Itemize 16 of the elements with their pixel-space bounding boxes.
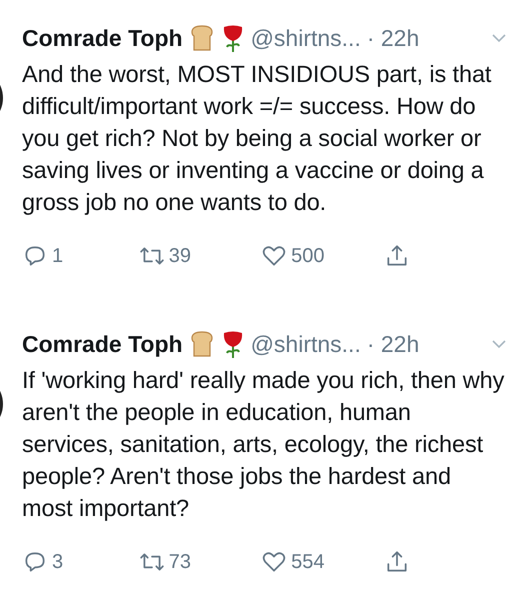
tweet-text: And the worst, MOST INSIDIOUS part, is that difficult/important work =/= success. How do you get rich? Not by being a social worker or saving lives or inventing a vaccine or doing a gross job no one wants to do. (22, 60, 492, 217)
like-count: 500 (291, 244, 325, 268)
tweet-text: If 'working hard' really made you rich, then why aren't the people in education, human services, sanitation, arts, ecology, the richest people? Aren't those jobs the hardest and most important? (22, 366, 506, 523)
bread-icon (188, 24, 215, 52)
timestamp[interactable]: · 22h (366, 24, 420, 52)
timestamp[interactable]: · 22h (366, 330, 420, 358)
reply-count: 3 (52, 550, 64, 574)
user-handle[interactable]: @shirtns... (250, 24, 361, 52)
user-handle[interactable]: @shirtns... (250, 330, 361, 358)
retweet-count: 73 (168, 550, 191, 574)
like-count: 554 (291, 550, 325, 574)
display-name[interactable]: Comrade Toph (22, 330, 183, 358)
reply-count: 1 (52, 244, 64, 268)
bread-icon (188, 330, 215, 358)
retweet-count: 39 (168, 244, 191, 268)
display-name[interactable]: Comrade Toph (22, 24, 183, 52)
